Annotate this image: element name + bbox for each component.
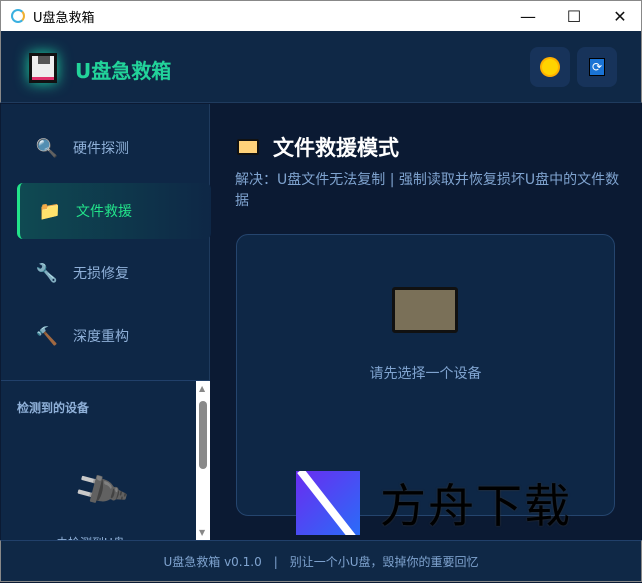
sidebar-item-label: 深度重构 xyxy=(73,329,129,345)
sidebar-item-label: 硬件探测 xyxy=(73,141,129,157)
hammer-icon: 🔨 xyxy=(35,325,59,347)
folder-icon xyxy=(237,139,259,155)
scroll-up-icon[interactable]: ▲ xyxy=(199,384,205,393)
sidebar: 🔍硬件探测 📁文件救援 🔧无损修复 🔨深度重构 检测到的设备 🔌 未检测到U盘 … xyxy=(1,104,211,540)
scroll-down-icon[interactable]: ▼ xyxy=(199,528,205,537)
plug-icon: 🔌 xyxy=(68,459,132,521)
open-folder-icon xyxy=(392,287,458,333)
maximize-button[interactable]: ☐ xyxy=(551,1,597,32)
mode-description: 解决：U盘文件无法复制 | 强制读取并恢复损坏U盘中的文件数据 xyxy=(235,172,620,209)
watermark-logo: 方舟下载 xyxy=(296,470,572,536)
close-button[interactable]: ✕ xyxy=(597,1,642,32)
page-title-text: 文件救援模式 xyxy=(273,136,399,160)
floppy-disk-icon xyxy=(29,53,57,83)
folder-icon: 📁 xyxy=(38,200,62,222)
refresh-icon: ⟳ xyxy=(589,58,605,76)
sun-icon xyxy=(542,59,558,75)
sidebar-item-lossless-repair[interactable]: 🔧 无损修复 xyxy=(17,245,211,301)
app-icon xyxy=(11,9,25,23)
minimize-button[interactable]: — xyxy=(505,1,551,32)
sidebar-item-label: 文件救援 xyxy=(76,204,132,220)
device-list-scrollbar[interactable]: ▲ ▼ xyxy=(196,381,210,540)
devices-title: 检测到的设备 xyxy=(17,401,90,415)
sidebar-item-label: 无损修复 xyxy=(73,266,129,282)
watermark-icon xyxy=(296,471,360,535)
wrench-icon: 🔧 xyxy=(35,262,59,284)
sidebar-item-file-rescue[interactable]: 📁 文件救援 xyxy=(17,183,211,239)
watermark-text: 方舟下载 xyxy=(380,479,572,533)
sidebar-item-hardware-detect[interactable]: 🔍 硬件探测 xyxy=(17,120,211,176)
select-device-hint: 请先选择一个设备 xyxy=(369,366,482,382)
window-title: U盘急救箱 xyxy=(33,10,95,26)
sidebar-item-deep-rebuild[interactable]: 🔨 深度重构 xyxy=(17,308,211,364)
page-title: 文件救援模式 xyxy=(237,132,399,162)
scrollbar-thumb[interactable] xyxy=(199,401,207,469)
app-header: U盘急救箱 ⟳ xyxy=(0,31,642,103)
divider xyxy=(1,380,210,381)
footer: U盘急救箱 v0.1.0 | 别让一个小U盘，毁掉你的重要回忆 xyxy=(0,540,642,582)
theme-toggle-button[interactable] xyxy=(530,47,570,87)
refresh-button[interactable]: ⟳ xyxy=(577,47,617,87)
magnifier-icon: 🔍 xyxy=(35,137,59,159)
brand-title: U盘急救箱 xyxy=(75,59,172,83)
title-bar: U盘急救箱 — ☐ ✕ xyxy=(0,0,642,31)
